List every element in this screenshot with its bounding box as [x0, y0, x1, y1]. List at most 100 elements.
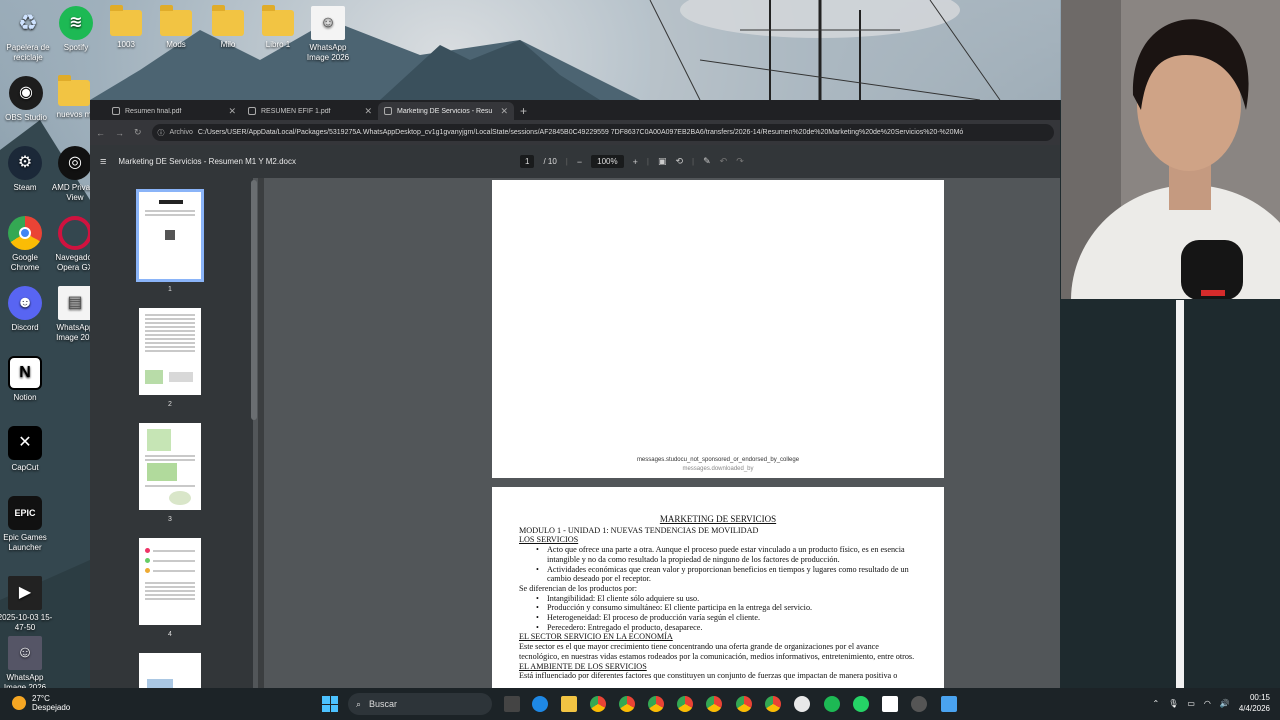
thumbnail-label: 2: [168, 401, 172, 408]
chevron-up-icon[interactable]: ⌃: [1152, 699, 1159, 708]
close-icon[interactable]: ✕: [228, 106, 236, 117]
list-item: Acto que ofrece una parte a otra. Aunque…: [519, 545, 917, 564]
desktop-icon-folder-libro1[interactable]: Libro 1: [250, 5, 306, 50]
spotify-icon: ≋: [59, 6, 93, 40]
chrome-icon[interactable]: [736, 696, 752, 712]
chrome-icon[interactable]: [677, 696, 693, 712]
tab-resumen-final[interactable]: Resumen final.pdf ✕: [106, 102, 242, 120]
new-tab-button[interactable]: +: [520, 102, 527, 120]
spotify-icon[interactable]: [824, 696, 840, 712]
close-icon[interactable]: ✕: [500, 106, 508, 117]
rotate-icon[interactable]: ⟲: [675, 156, 683, 167]
video-file-icon: ▶: [8, 576, 42, 610]
pdf-page-1: messages.studocu_not_sponsored_or_endors…: [492, 180, 944, 478]
folder-icon: [110, 5, 142, 36]
file-explorer-icon[interactable]: [561, 696, 577, 712]
microphone-icon[interactable]: 🎙: [1168, 699, 1178, 708]
weather-widget[interactable]: 27°C Despejado: [12, 694, 70, 712]
desktop-icon-discord[interactable]: ☻ Discord: [0, 286, 53, 333]
desktop-icon-whatsapp-image[interactable]: ☺ WhatsApp Image 2026: [300, 6, 356, 63]
desktop-icon-folder-mods[interactable]: Mods: [148, 5, 204, 50]
whatsapp-icon[interactable]: [853, 696, 869, 712]
recycle-bin-icon: ♻: [18, 10, 38, 35]
fit-page-icon[interactable]: ▣: [658, 156, 667, 167]
capcut-icon: ✕: [8, 426, 42, 460]
folder-icon: [212, 5, 244, 36]
monitor-icon[interactable]: ▭: [1187, 699, 1195, 708]
annotate-icon[interactable]: ✎: [703, 156, 711, 167]
reload-icon[interactable]: ↻: [134, 127, 142, 138]
menu-icon[interactable]: ≡: [100, 156, 106, 168]
pdf-toolbar: ≡ Marketing DE Servicios - Resumen M1 Y …: [90, 145, 1060, 178]
chrome-icon[interactable]: [648, 696, 664, 712]
thumbnail-label: 3: [168, 516, 172, 523]
section-title: EL SECTOR SERVICIO EN LA ECONOMÍA: [519, 632, 673, 642]
pdf-file-icon: [384, 107, 392, 115]
thumbnail-page-1[interactable]: [136, 189, 204, 282]
chrome-icon: [8, 216, 42, 250]
module-title: MODULO 1 - UNIDAD 1: NUEVAS TENDENCIAS D…: [519, 525, 759, 535]
volume-icon[interactable]: 🔊: [1220, 699, 1230, 708]
clock[interactable]: 00:15 4/4/2026: [1239, 692, 1270, 714]
paragraph: Se diferencian de los productos por:: [519, 583, 638, 593]
page-footer-note: messages.downloaded_by: [682, 466, 754, 472]
zoom-out-button[interactable]: −: [577, 157, 582, 167]
steam-icon[interactable]: [794, 696, 810, 712]
task-view-icon[interactable]: [504, 696, 520, 712]
url-field[interactable]: ⓘ Archivo C:/Users/USER/AppData/Local/Pa…: [151, 124, 1054, 141]
folder-icon: [262, 5, 294, 36]
info-icon: ⓘ: [157, 129, 165, 137]
list-item: Producción y consumo simultáneo: El clie…: [519, 603, 917, 613]
image-file-icon: ☺: [8, 636, 42, 670]
tab-bar: Resumen final.pdf ✕ RESUMEN EFIF 1.pdf ✕…: [90, 100, 1060, 120]
tab-resumen-efif[interactable]: RESUMEN EFIF 1.pdf ✕: [242, 102, 378, 120]
document-heading: MARKETING DE SERVICIOS: [659, 514, 777, 524]
redo-icon[interactable]: ↷: [736, 156, 744, 167]
bullet-list: Intangibilidad: El cliente sólo adquiere…: [519, 594, 917, 633]
notion-icon[interactable]: [882, 696, 898, 712]
wifi-icon[interactable]: ◠: [1204, 699, 1211, 708]
close-icon[interactable]: ✕: [364, 106, 372, 117]
page-content: MARKETING DE SERVICIOS MODULO 1 - UNIDAD…: [519, 514, 917, 681]
zoom-input[interactable]: 100%: [591, 155, 624, 168]
desktop-icon-video[interactable]: ▶ 2025-10-03 15-47-50: [0, 576, 53, 633]
desktop-icon-spotify[interactable]: ≋ Spotify: [48, 6, 104, 53]
desktop-icon-epic-games[interactable]: EPIC Epic Games Launcher: [0, 496, 53, 553]
edge-icon[interactable]: [532, 696, 548, 712]
tab-marketing-servicios[interactable]: Marketing DE Servicios - Resu ✕: [378, 102, 514, 120]
desktop-icon-whatsapp-image-3[interactable]: ☺ WhatsApp Image 2026: [0, 636, 53, 693]
sidebar-scrollbar[interactable]: [251, 180, 257, 420]
desktop-icon-notion[interactable]: N Notion: [0, 356, 53, 403]
chrome-icon[interactable]: [590, 696, 606, 712]
main-scrollbar-track[interactable]: [258, 178, 264, 688]
desktop-icon-capcut[interactable]: ✕ CapCut: [0, 426, 53, 473]
taskbar-search[interactable]: ⌕ Buscar: [348, 693, 492, 715]
zoom-in-button[interactable]: +: [633, 157, 638, 167]
chrome-icon[interactable]: [619, 696, 635, 712]
page-number-input[interactable]: 1: [520, 155, 535, 168]
page-total: / 10: [543, 157, 557, 166]
desktop-icon-folder-milo[interactable]: Milo: [200, 5, 256, 50]
thumbnail-page-5[interactable]: [139, 653, 201, 688]
thumbnail-page-4[interactable]: [139, 538, 201, 625]
chrome-icon[interactable]: [765, 696, 781, 712]
window-scrollbar[interactable]: [1176, 300, 1184, 688]
thumbnail-page-3[interactable]: [139, 423, 201, 510]
windows-start-icon[interactable]: [322, 696, 338, 712]
webcam-overlay: [1061, 0, 1280, 299]
document-title: Marketing DE Servicios - Resumen M1 Y M2…: [118, 157, 296, 166]
undo-icon[interactable]: ↶: [720, 156, 728, 167]
thumbnail-page-2[interactable]: [139, 308, 201, 395]
forward-icon[interactable]: →: [115, 128, 124, 138]
desktop-icon-chrome[interactable]: Google Chrome: [0, 216, 53, 273]
epic-games-icon: EPIC: [8, 496, 42, 530]
desktop-icon-folder-1003[interactable]: 1003: [98, 5, 154, 50]
chrome-icon[interactable]: [706, 696, 722, 712]
desktop-icon-steam[interactable]: ⚙ Steam: [0, 146, 53, 193]
back-icon[interactable]: ←: [96, 128, 105, 138]
browser-window: Resumen final.pdf ✕ RESUMEN EFIF 1.pdf ✕…: [90, 100, 1060, 688]
obs-icon[interactable]: [911, 696, 927, 712]
discord-icon: ☻: [8, 286, 42, 320]
folder-icon: [160, 5, 192, 36]
pdf-app-icon[interactable]: [941, 696, 957, 712]
